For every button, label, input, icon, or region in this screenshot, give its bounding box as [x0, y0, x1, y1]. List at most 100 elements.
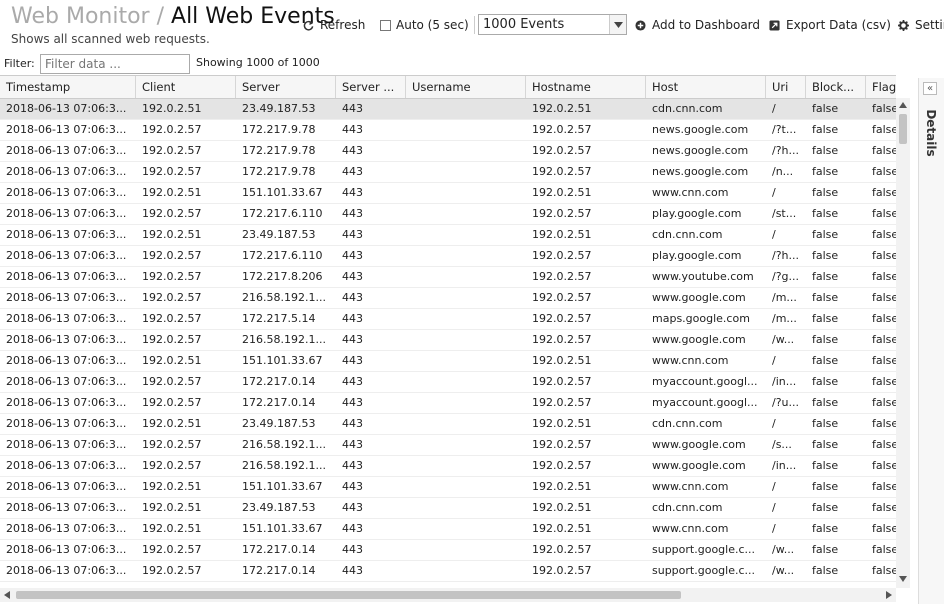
table-cell: 172.217.9.78	[242, 144, 316, 157]
table-cell: 192.0.2.57	[532, 270, 592, 283]
table-cell: 443	[342, 396, 363, 409]
column-header[interactable]: Uri	[766, 76, 806, 98]
table-row[interactable]: 2018-06-13 07:06:3... 192.0.2.57 216.58.19…	[0, 456, 896, 477]
column-header[interactable]: Hostname	[526, 76, 646, 98]
table-row[interactable]: 2018-06-13 07:06:3... 192.0.2.57 172.217.0…	[0, 561, 896, 582]
table-cell: 192.0.2.51	[532, 417, 592, 430]
column-header[interactable]: Client	[136, 76, 236, 98]
table-row[interactable]: 2018-06-13 07:06:3... 192.0.2.51 151.101.3…	[0, 519, 896, 540]
column-header[interactable]: Server	[236, 76, 336, 98]
table-cell: 192.0.2.57	[142, 438, 202, 451]
table-row[interactable]: 2018-06-13 07:06:3... 192.0.2.57 172.217.9…	[0, 162, 896, 183]
settings-label: Settings	[915, 18, 944, 32]
column-header[interactable]: Username	[406, 76, 526, 98]
column-header[interactable]: Block...	[806, 76, 866, 98]
table-cell: 443	[342, 522, 363, 535]
column-header[interactable]: Server ...	[336, 76, 406, 98]
table-cell: 192.0.2.57	[532, 249, 592, 262]
export-csv-button[interactable]: Export Data (csv)	[769, 16, 891, 34]
table-cell: 192.0.2.51	[142, 186, 202, 199]
table-row[interactable]: 2018-06-13 07:06:3... 192.0.2.51 23.49.187…	[0, 225, 896, 246]
column-header[interactable]: Flagg...	[866, 76, 896, 98]
scroll-left-icon[interactable]	[4, 591, 10, 599]
table-cell: false	[812, 543, 839, 556]
table-row[interactable]: 2018-06-13 07:06:3... 192.0.2.51 23.49.187…	[0, 498, 896, 519]
column-header[interactable]: Timestamp	[0, 76, 136, 98]
table-row[interactable]: 2018-06-13 07:06:3... 192.0.2.57 172.217.0…	[0, 372, 896, 393]
auto-refresh-checkbox[interactable]: Auto (5 sec)	[380, 16, 469, 34]
table-cell: false	[812, 186, 839, 199]
table-cell: /?u...	[772, 396, 800, 409]
table-row[interactable]: 2018-06-13 07:06:3... 192.0.2.57 172.217.8…	[0, 267, 896, 288]
add-to-dashboard-button[interactable]: Add to Dashboard	[635, 16, 760, 34]
table-row[interactable]: 2018-06-13 07:06:3... 192.0.2.57 216.58.19…	[0, 288, 896, 309]
refresh-button[interactable]: Refresh	[303, 16, 365, 34]
table-row[interactable]: 2018-06-13 07:06:3... 192.0.2.57 172.217.9…	[0, 141, 896, 162]
table-cell: 151.101.33.67	[242, 480, 323, 493]
table-cell: 2018-06-13 07:06:3...	[6, 291, 127, 304]
table-cell: 172.217.9.78	[242, 123, 316, 136]
table-row[interactable]: 2018-06-13 07:06:3... 192.0.2.51 151.101.3…	[0, 477, 896, 498]
table-cell: false	[812, 354, 839, 367]
table-row[interactable]: 2018-06-13 07:06:3... 192.0.2.57 216.58.19…	[0, 435, 896, 456]
auto-checkbox-box[interactable]	[380, 19, 391, 31]
scroll-down-icon[interactable]	[899, 576, 907, 582]
table-row[interactable]: 2018-06-13 07:06:3... 192.0.2.51 151.101.3…	[0, 351, 896, 372]
page-subtitle: Shows all scanned web requests.	[11, 32, 210, 46]
table-row[interactable]: 2018-06-13 07:06:3... 192.0.2.57 172.217.0…	[0, 393, 896, 414]
table-cell: news.google.com	[652, 144, 749, 157]
table-cell: false	[812, 144, 839, 157]
table-cell: 443	[342, 291, 363, 304]
table-cell: 192.0.2.51	[532, 186, 592, 199]
table-cell: 2018-06-13 07:06:3...	[6, 270, 127, 283]
scroll-up-icon[interactable]	[899, 102, 907, 108]
table-cell: 443	[342, 312, 363, 325]
horizontal-scrollbar[interactable]	[0, 588, 896, 602]
events-count-select[interactable]: 1000 Events	[478, 14, 627, 35]
table-row[interactable]: 2018-06-13 07:06:3... 192.0.2.51 23.49.187…	[0, 99, 896, 120]
scroll-right-icon[interactable]	[886, 591, 892, 599]
details-tab[interactable]: Details	[922, 100, 940, 170]
table-row[interactable]: 2018-06-13 07:06:3... 192.0.2.57 172.217.0…	[0, 540, 896, 561]
page-title: Web Monitor / All Web Events	[11, 3, 335, 31]
settings-button[interactable]: Settings	[898, 16, 944, 34]
table-body: 2018-06-13 07:06:3... 192.0.2.51 23.49.187…	[0, 99, 896, 589]
table-cell: 2018-06-13 07:06:3...	[6, 396, 127, 409]
double-chevron-left-icon[interactable]: «	[923, 82, 937, 95]
table-cell: /in...	[772, 459, 797, 472]
table-cell: false	[812, 459, 839, 472]
filter-input[interactable]	[40, 54, 190, 74]
table-cell: 172.217.5.14	[242, 312, 316, 325]
table-cell: 216.58.192.1...	[242, 459, 326, 472]
vertical-scroll-thumb[interactable]	[899, 114, 907, 144]
plus-circle-icon	[635, 19, 646, 31]
table-row[interactable]: 2018-06-13 07:06:3... 192.0.2.51 151.101.3…	[0, 183, 896, 204]
table-cell: /in...	[772, 375, 797, 388]
table-row[interactable]: 2018-06-13 07:06:3... 192.0.2.57 172.217.6…	[0, 204, 896, 225]
table-cell: false	[872, 438, 896, 451]
table-cell: false	[872, 207, 896, 220]
table-row[interactable]: 2018-06-13 07:06:3... 192.0.2.57 172.217.9…	[0, 120, 896, 141]
table-cell: 216.58.192.1...	[242, 333, 326, 346]
table-cell	[406, 477, 526, 497]
horizontal-scroll-thumb[interactable]	[16, 591, 681, 599]
table-cell: 443	[342, 564, 363, 577]
table-cell: maps.google.com	[652, 312, 750, 325]
table-cell: 443	[342, 249, 363, 262]
table-row[interactable]: 2018-06-13 07:06:3... 192.0.2.57 216.58.19…	[0, 330, 896, 351]
chevron-down-icon[interactable]	[609, 15, 626, 34]
column-header[interactable]: Host	[646, 76, 766, 98]
table-cell: false	[812, 375, 839, 388]
table-cell: support.google.c...	[652, 564, 756, 577]
table-cell: 2018-06-13 07:06:3...	[6, 312, 127, 325]
table-row[interactable]: 2018-06-13 07:06:3... 192.0.2.51 23.49.187…	[0, 414, 896, 435]
table-cell: false	[812, 438, 839, 451]
table-cell: 192.0.2.57	[532, 375, 592, 388]
vertical-scrollbar[interactable]	[896, 98, 910, 588]
table-row[interactable]: 2018-06-13 07:06:3... 192.0.2.57 172.217.5…	[0, 309, 896, 330]
breadcrumb-web-monitor[interactable]: Web Monitor	[11, 4, 150, 29]
table-cell: 192.0.2.51	[142, 480, 202, 493]
table-cell: 443	[342, 417, 363, 430]
table-cell: 192.0.2.57	[142, 312, 202, 325]
table-row[interactable]: 2018-06-13 07:06:3... 192.0.2.57 172.217.6…	[0, 246, 896, 267]
